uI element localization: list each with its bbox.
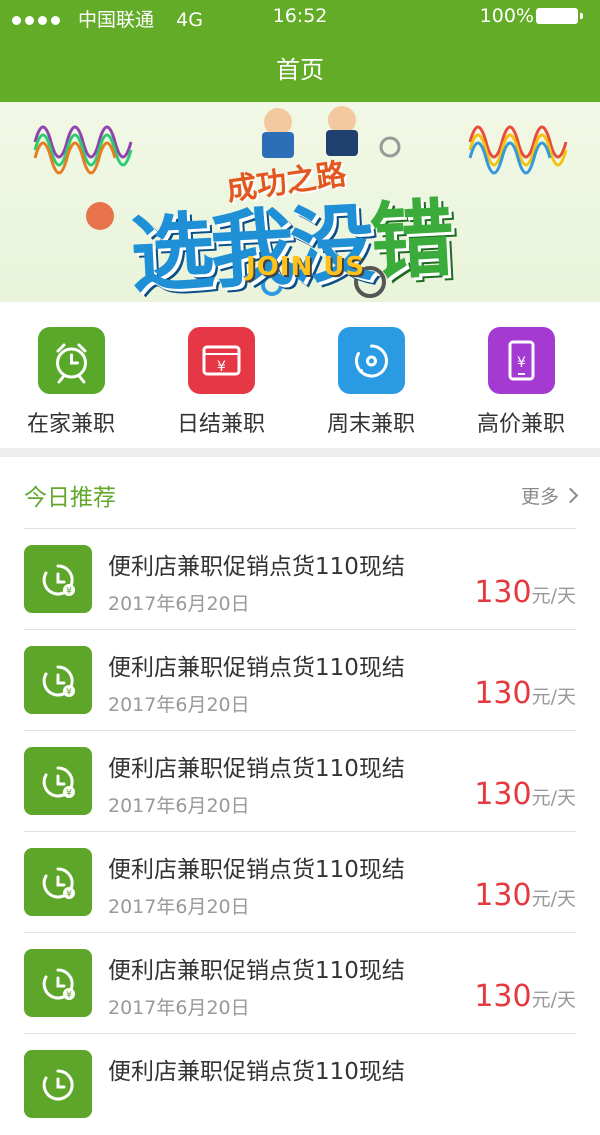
job-title: 便利店兼职促销点货110现结 — [108, 857, 405, 883]
price-unit: 元/天 — [531, 686, 576, 708]
svg-text:¥: ¥ — [217, 359, 226, 375]
chevron-right-icon — [562, 487, 579, 504]
category-grid: 在家兼职 ¥ 日结兼职 周末兼职 ¥ 高价兼职 — [0, 302, 600, 448]
promo-banner[interactable]: 成功之路 选我没错 JOIN US — [0, 102, 600, 302]
price-unit: 元/天 — [531, 787, 576, 809]
job-title: 便利店兼职促销点货110现结 — [108, 655, 405, 681]
category-label: 在家兼职 — [26, 412, 115, 437]
category-weekend[interactable]: 周末兼职 — [300, 302, 450, 448]
job-clock-icon: ¥ — [24, 949, 92, 1017]
price-unit: 元/天 — [531, 888, 576, 910]
svg-text:¥: ¥ — [66, 890, 72, 900]
battery-percent: 100% — [479, 5, 534, 27]
job-clock-icon: ¥ — [24, 646, 92, 714]
job-title: 便利店兼职促销点货110现结 — [108, 1059, 405, 1085]
alarm-clock-icon — [38, 327, 105, 394]
job-clock-icon — [24, 1050, 92, 1118]
price-unit: 元/天 — [531, 585, 576, 607]
section-divider — [0, 448, 600, 457]
job-list: ¥ 便利店兼职促销点货110现结 2017年6月20日 130元/天 ¥ 便利店… — [0, 529, 600, 1135]
job-date: 2017年6月20日 — [108, 896, 250, 918]
price-value: 130 — [474, 878, 532, 913]
more-link[interactable]: 更多 — [520, 482, 579, 509]
job-item[interactable]: ¥ 便利店兼职促销点货110现结 2017年6月20日 130元/天 — [0, 933, 600, 1034]
price-unit: 元/天 — [531, 989, 576, 1011]
job-date: 2017年6月20日 — [108, 997, 250, 1019]
battery-icon — [536, 8, 583, 24]
job-item[interactable]: ¥ 便利店兼职促销点货110现结 2017年6月20日 130元/天 — [0, 832, 600, 933]
category-label: 周末兼职 — [326, 412, 415, 437]
clock-dial-icon — [338, 327, 405, 394]
yen-phone-icon: ¥ — [488, 327, 555, 394]
banner-slogan-green: 错 — [367, 189, 453, 292]
page-title: 首页 — [276, 56, 324, 84]
job-date: 2017年6月20日 — [108, 694, 250, 716]
svg-text:¥: ¥ — [66, 789, 72, 799]
category-high-pay[interactable]: ¥ 高价兼职 — [450, 302, 600, 448]
category-at-home[interactable]: 在家兼职 — [0, 302, 150, 448]
status-bar: 中国联通 4G 16:52 100% — [0, 0, 600, 34]
banner-slogan-blue: 选我没 — [127, 193, 373, 302]
job-item[interactable]: ¥ 便利店兼职促销点货110现结 2017年6月20日 130元/天 — [0, 529, 600, 630]
job-date: 2017年6月20日 — [108, 795, 250, 817]
more-label: 更多 — [520, 486, 559, 508]
job-clock-icon: ¥ — [24, 545, 92, 613]
section-title: 今日推荐 — [24, 485, 116, 511]
job-price: 130元/天 — [474, 878, 576, 913]
job-clock-icon: ¥ — [24, 848, 92, 916]
price-value: 130 — [474, 676, 532, 711]
job-title: 便利店兼职促销点货110现结 — [108, 756, 405, 782]
category-label: 高价兼职 — [476, 412, 565, 437]
job-item[interactable]: ¥ 便利店兼职促销点货110现结 2017年6月20日 130元/天 — [0, 731, 600, 832]
category-label: 日结兼职 — [176, 412, 265, 437]
job-price: 130元/天 — [474, 979, 576, 1014]
job-item[interactable]: ¥ 便利店兼职促销点货110现结 2017年6月20日 130元/天 — [0, 630, 600, 731]
job-title: 便利店兼职促销点货110现结 — [108, 554, 405, 580]
price-value: 130 — [474, 575, 532, 610]
category-daily-pay[interactable]: ¥ 日结兼职 — [150, 302, 300, 448]
group-icon — [86, 202, 114, 230]
yen-wallet-icon: ¥ — [188, 327, 255, 394]
price-value: 130 — [474, 777, 532, 812]
svg-text:¥: ¥ — [66, 688, 72, 698]
job-price: 130元/天 — [474, 575, 576, 610]
price-value: 130 — [474, 979, 532, 1014]
job-price: 130元/天 — [474, 676, 576, 711]
svg-text:¥: ¥ — [66, 587, 72, 597]
top-bar: 中国联通 4G 16:52 100% 首页 — [0, 0, 600, 102]
job-price: 130元/天 — [474, 777, 576, 812]
job-date: 2017年6月20日 — [108, 593, 250, 615]
job-clock-icon: ¥ — [24, 747, 92, 815]
svg-text:¥: ¥ — [66, 991, 72, 1001]
banner-join-us: JOIN US — [246, 252, 366, 282]
job-item[interactable]: 便利店兼职促销点货110现结 — [0, 1034, 600, 1135]
banner-slogan-big: 选我没错 — [127, 172, 453, 302]
job-title: 便利店兼职促销点货110现结 — [108, 958, 405, 984]
svg-text:¥: ¥ — [517, 355, 526, 371]
